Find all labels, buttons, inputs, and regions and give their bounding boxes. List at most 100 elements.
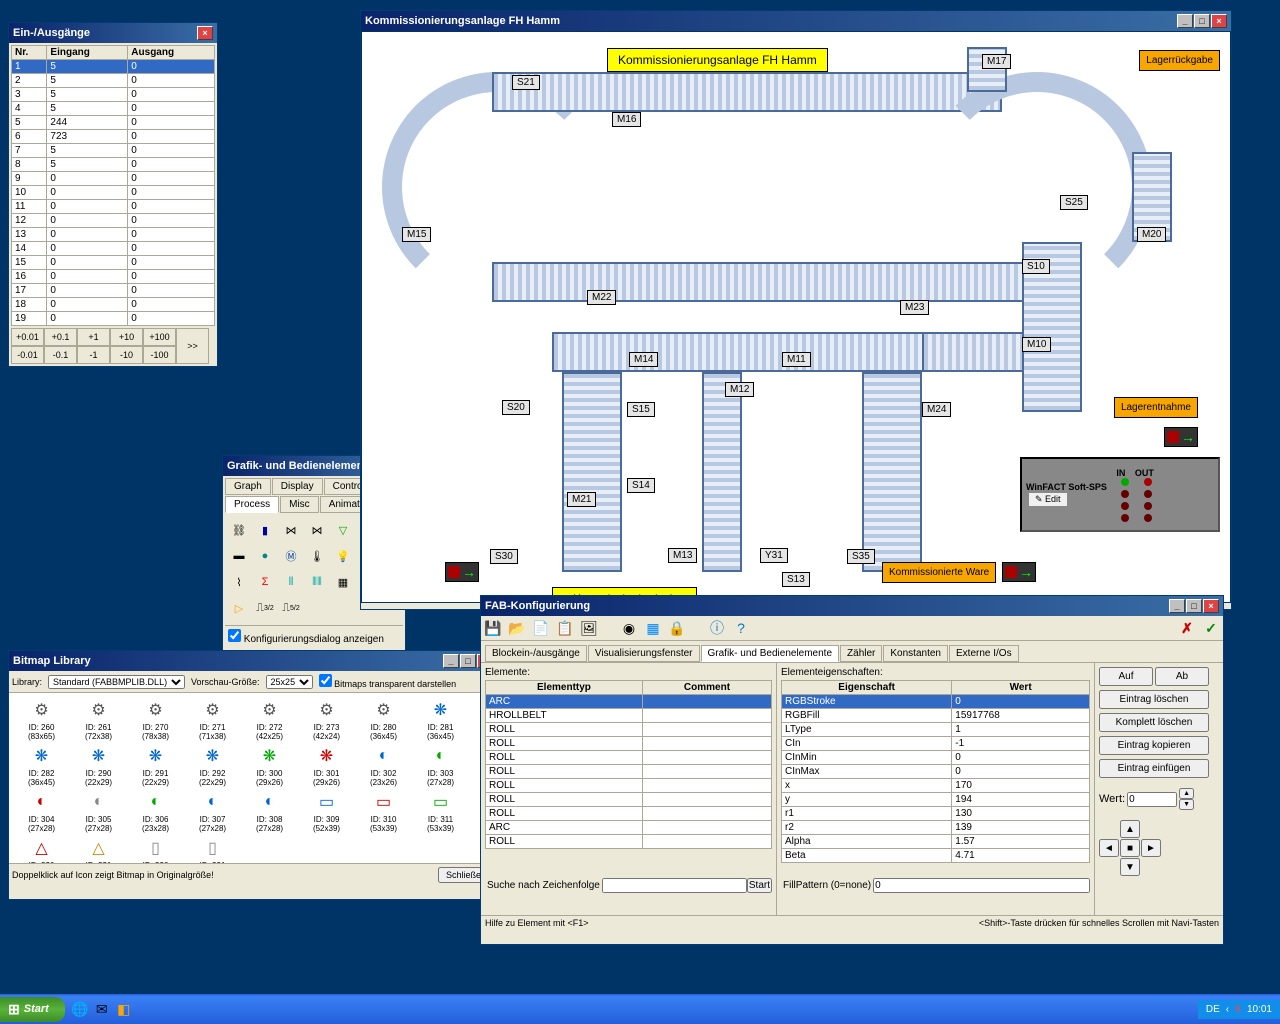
nav-down[interactable]: ▼ — [1120, 858, 1140, 876]
bitmap-item[interactable]: ▭ID: 310 (53x39) — [357, 791, 410, 833]
io-row[interactable]: 350 — [12, 88, 215, 102]
io-row[interactable]: 150 — [12, 60, 215, 74]
preview-select[interactable]: 25x25 — [266, 675, 313, 689]
inc-button[interactable]: +1 — [77, 328, 110, 346]
element-row[interactable]: HROLLBELT — [486, 709, 772, 723]
grid-icon[interactable]: ▦ — [333, 572, 353, 592]
io-row[interactable]: 1700 — [12, 284, 215, 298]
new-icon[interactable]: 📄 — [532, 619, 550, 637]
close-icon[interactable]: × — [1203, 599, 1219, 613]
tray-icon[interactable]: ‹ — [1226, 1004, 1229, 1015]
prop-row[interactable]: x170 — [782, 779, 1090, 793]
start-button[interactable]: Start — [0, 997, 65, 1022]
bulb-icon[interactable]: 💡 — [333, 546, 353, 566]
grid-icon[interactable]: ▦ — [644, 619, 662, 637]
element-row[interactable]: ROLL — [486, 765, 772, 779]
close-icon[interactable]: × — [1211, 14, 1227, 28]
io-row[interactable]: 67230 — [12, 130, 215, 144]
dec-button[interactable]: -10 — [110, 346, 143, 364]
bowtie-icon[interactable]: ⋈ — [307, 520, 327, 540]
thermo-icon[interactable]: 🌡 — [307, 546, 327, 566]
paste-button[interactable]: Eintrag einfügen — [1099, 759, 1209, 778]
io-row[interactable]: 750 — [12, 144, 215, 158]
io-row[interactable]: 1900 — [12, 312, 215, 326]
delete-button[interactable]: Eintrag löschen — [1099, 690, 1209, 709]
inc-button[interactable]: +0.1 — [44, 328, 77, 346]
mail-icon[interactable]: ✉ — [93, 1000, 111, 1018]
switch52-icon[interactable]: ⎍ 5/2 — [281, 598, 301, 618]
io-row[interactable]: 52440 — [12, 116, 215, 130]
bitmap-item[interactable]: ◐ID: 305 (27x28) — [72, 791, 125, 833]
start-button[interactable]: Start — [747, 878, 772, 893]
prop-row[interactable]: CIn-1 — [782, 737, 1090, 751]
bitmap-item[interactable]: ❋ID: 292 (22x29) — [186, 745, 239, 787]
element-row[interactable]: ROLL — [486, 751, 772, 765]
minimize-icon[interactable]: _ — [1169, 599, 1185, 613]
bitmap-item[interactable]: ❋ID: 282 (36x45) — [15, 745, 68, 787]
circle-icon[interactable]: ● — [255, 546, 275, 566]
fab-tab[interactable]: Konstanten — [883, 645, 948, 662]
bitmap-item[interactable]: △ID: 320 (24x24) — [15, 837, 68, 863]
tray-icon[interactable]: К — [1235, 1004, 1241, 1015]
io-row[interactable]: 1400 — [12, 242, 215, 256]
triangle-icon[interactable]: ▽ — [333, 520, 353, 540]
bitmap-item[interactable]: ⚙ID: 260 (83x65) — [15, 699, 68, 741]
browser-icon[interactable]: 🌐 — [71, 1000, 89, 1018]
valve-icon[interactable]: ⋈ — [281, 520, 301, 540]
spring-icon[interactable]: ⌇ — [229, 572, 249, 592]
prop-row[interactable]: LType1 — [782, 723, 1090, 737]
io-row[interactable]: 1300 — [12, 228, 215, 242]
help-icon[interactable]: ? — [732, 619, 750, 637]
bitmap-item[interactable]: ❋ID: 281 (36x45) — [414, 699, 467, 741]
element-row[interactable]: ROLL — [486, 779, 772, 793]
bitmap-item[interactable]: ▯ID: 330 (26x61) — [129, 837, 182, 863]
bitmap-item[interactable]: ⚙ID: 280 (36x45) — [357, 699, 410, 741]
save-icon[interactable]: 💾 — [484, 619, 502, 637]
main-titlebar[interactable]: Kommissionierungsanlage FH Hamm _ □ × — [361, 11, 1231, 31]
bitmap-item[interactable]: ▯ID: 331 (26x61) — [186, 837, 239, 863]
element-row[interactable]: ROLL — [486, 723, 772, 737]
prop-row[interactable]: RGBStroke0 — [782, 695, 1090, 709]
lock-icon[interactable]: 🔒 — [668, 619, 686, 637]
ok-icon[interactable]: ✓ — [1202, 619, 1220, 637]
minimize-icon[interactable]: _ — [443, 654, 459, 668]
switch32-icon[interactable]: ⎍ 3/2 — [255, 598, 275, 618]
nav-left[interactable]: ◄ — [1099, 839, 1119, 857]
element-row[interactable]: ROLL — [486, 793, 772, 807]
fab-tab[interactable]: Zähler — [840, 645, 882, 662]
maximize-icon[interactable]: □ — [1194, 14, 1210, 28]
open-icon[interactable]: 📂 — [508, 619, 526, 637]
expand-button[interactable]: >> — [176, 328, 209, 364]
prop-row[interactable]: y194 — [782, 793, 1090, 807]
bitmap-item[interactable]: ❋ID: 301 (29x26) — [300, 745, 353, 787]
library-select[interactable]: Standard (FABBMPLIB.DLL) — [48, 675, 185, 689]
element-row[interactable]: ARC — [486, 695, 772, 709]
io-row[interactable]: 1600 — [12, 270, 215, 284]
bitmap-item[interactable]: ▭ID: 309 (52x39) — [300, 791, 353, 833]
bitmap-item[interactable]: ◐ID: 302 (23x26) — [357, 745, 410, 787]
stack-icon[interactable]: ⦀⦀ — [307, 572, 327, 592]
bitmap-item[interactable]: ◐ID: 306 (23x28) — [129, 791, 182, 833]
fab-tab[interactable]: Grafik- und Bedienelemente — [701, 645, 840, 662]
pipe-icon[interactable]: ▮ — [255, 520, 275, 540]
bitmap-item[interactable]: ▭ID: 311 (53x39) — [414, 791, 467, 833]
prop-row[interactable]: Alpha1.57 — [782, 835, 1090, 849]
app-icon[interactable]: ◧ — [115, 1000, 133, 1018]
bitmap-item[interactable]: ⚙ID: 270 (78x38) — [129, 699, 182, 741]
bitmap-item[interactable]: ❋ID: 300 (29x26) — [243, 745, 296, 787]
io-titlebar[interactable]: Ein-/Ausgänge × — [9, 23, 217, 43]
prop-row[interactable]: CInMin0 — [782, 751, 1090, 765]
dec-button[interactable]: -100 — [143, 346, 176, 364]
bitmap-item[interactable]: ◐ID: 304 (27x28) — [15, 791, 68, 833]
fab-tab[interactable]: Blockein-/ausgänge — [485, 645, 587, 662]
element-row[interactable]: ROLL — [486, 807, 772, 821]
element-row[interactable]: ROLL — [486, 737, 772, 751]
inc-button[interactable]: +10 — [110, 328, 143, 346]
prop-row[interactable]: RGBFill15917768 — [782, 709, 1090, 723]
prop-row[interactable]: r1130 — [782, 807, 1090, 821]
fab-tab[interactable]: Externe I/Os — [949, 645, 1019, 662]
fab-tab[interactable]: Visualisierungsfenster — [588, 645, 700, 662]
dec-button[interactable]: -0.1 — [44, 346, 77, 364]
nav-right[interactable]: ► — [1141, 839, 1161, 857]
lang-indicator[interactable]: DE — [1206, 1004, 1220, 1015]
